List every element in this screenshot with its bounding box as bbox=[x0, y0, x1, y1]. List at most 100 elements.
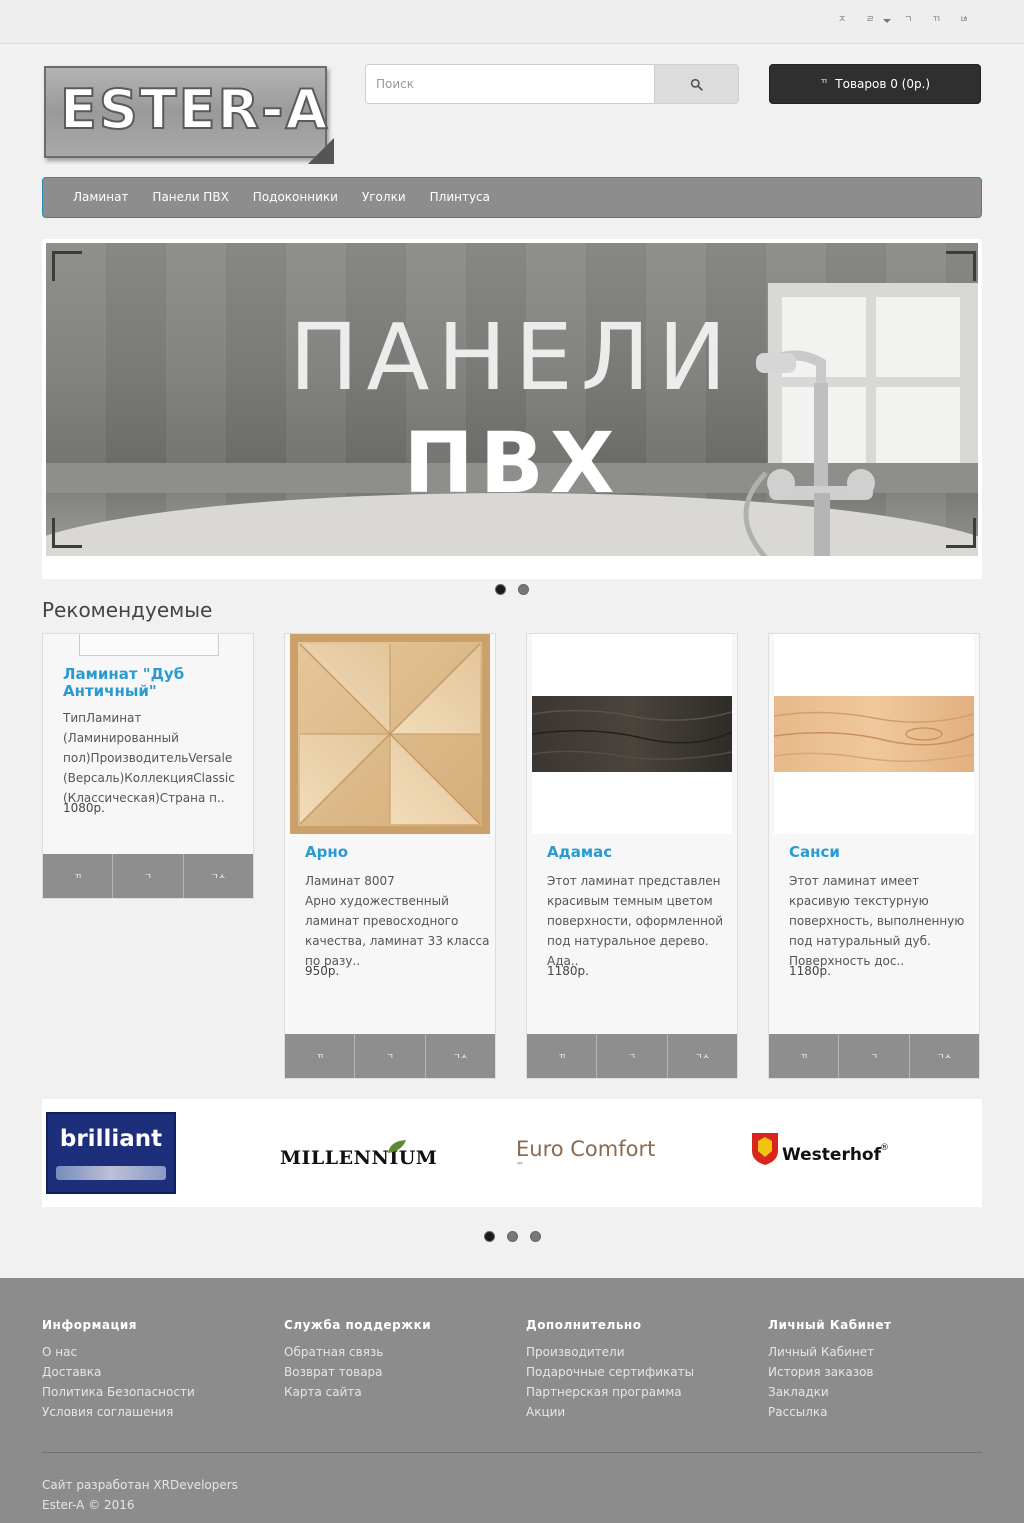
shield-icon bbox=[752, 1133, 778, 1165]
product-description: Этот ламинат представлен красивым темным… bbox=[547, 874, 724, 968]
search-icon bbox=[690, 78, 703, 91]
brands-pagination bbox=[484, 1231, 541, 1242]
wishlist-button[interactable]: ㄱ bbox=[113, 854, 184, 898]
cart-icon[interactable]: ㄲ bbox=[932, 12, 940, 25]
copyright-text: Ester-A © 2016 bbox=[42, 1498, 135, 1512]
frame-corner-tl bbox=[52, 251, 82, 281]
product-card: Адамас Этот ламинат представлен красивым… bbox=[526, 633, 738, 1079]
heart-icon: ㄱ bbox=[628, 1051, 636, 1061]
product-name[interactable]: Санси bbox=[789, 844, 969, 861]
product-name[interactable]: Ламинат "Дуб Античный" bbox=[63, 666, 243, 700]
heart-icon: ㄱ bbox=[386, 1051, 394, 1061]
brand-text-westerhof: Westerhof bbox=[782, 1145, 882, 1165]
compare-icon: ㄱㅅ bbox=[936, 1051, 952, 1061]
compare-button[interactable]: ㄱㅅ bbox=[425, 1034, 495, 1078]
cart-label: Товаров 0 (0р.) bbox=[835, 77, 931, 91]
nav-item-corners[interactable]: Уголки bbox=[350, 177, 418, 218]
brand-logo-millennium[interactable]: MILLENNIUM bbox=[280, 1139, 437, 1173]
product-image[interactable] bbox=[531, 634, 733, 834]
user-icon[interactable]: ㄹ bbox=[866, 12, 874, 25]
footer-heading: Информация bbox=[42, 1318, 137, 1332]
footer-heading: Дополнительно bbox=[526, 1318, 642, 1332]
footer-copyright: Сайт разработан XRDevelopers Ester-A © 2… bbox=[42, 1475, 238, 1515]
footer-link[interactable]: Политика Безопасности bbox=[42, 1382, 195, 1402]
brands-strip bbox=[42, 1207, 982, 1227]
footer-link[interactable]: Закладки bbox=[768, 1382, 891, 1402]
footer-link[interactable]: Доставка bbox=[42, 1362, 195, 1382]
phone-icon[interactable]: ㅈ bbox=[838, 12, 846, 25]
product-image[interactable] bbox=[773, 634, 975, 834]
footer-link[interactable]: Обратная связь bbox=[284, 1342, 431, 1362]
banner-pagination bbox=[495, 584, 529, 595]
compare-icon: ㄱㅅ bbox=[452, 1051, 468, 1061]
site-logo[interactable]: ESTER-A bbox=[44, 66, 334, 164]
product-price: 1080р. bbox=[63, 801, 105, 815]
banner-dot-1[interactable] bbox=[495, 584, 506, 595]
cart-button[interactable]: ㄲ Товаров 0 (0р.) bbox=[769, 64, 981, 104]
add-to-cart-button[interactable]: ㄲ bbox=[43, 854, 114, 898]
add-to-cart-button[interactable]: ㄲ bbox=[769, 1034, 840, 1078]
compare-button[interactable]: ㄱㅅ bbox=[183, 854, 253, 898]
brands-dot-3[interactable] bbox=[530, 1231, 541, 1242]
brand-text-brilliant: brilliant bbox=[59, 1126, 163, 1152]
heart-icon: ㄱ bbox=[144, 871, 152, 881]
footer-link[interactable]: Рассылка bbox=[768, 1402, 891, 1422]
compare-button[interactable]: ㄱㅅ bbox=[667, 1034, 737, 1078]
compare-button[interactable]: ㄱㅅ bbox=[909, 1034, 979, 1078]
banner-slide[interactable]: ПАНЕЛИ ПВХ bbox=[46, 243, 978, 556]
share-icon[interactable]: ㄶ bbox=[960, 12, 968, 25]
product-actions: ㄲ ㄱ ㄱㅅ bbox=[285, 1034, 495, 1078]
brand-logo-brilliant[interactable]: brilliant bbox=[46, 1112, 176, 1194]
footer-link[interactable]: Условия соглашения bbox=[42, 1402, 195, 1422]
cart-icon: ㄲ bbox=[819, 76, 828, 86]
footer-link[interactable]: О нас bbox=[42, 1342, 195, 1362]
product-name[interactable]: Адамас bbox=[547, 844, 727, 861]
heart-icon: ㄱ bbox=[870, 1051, 878, 1061]
heart-icon[interactable]: ㄱ bbox=[904, 12, 912, 25]
compare-icon: ㄱㅅ bbox=[694, 1051, 710, 1061]
brand-logo-eurocomfort[interactable]: Euro Comfort ™ bbox=[516, 1137, 656, 1171]
add-to-cart-button[interactable]: ㄲ bbox=[285, 1034, 356, 1078]
brand-text-eurocomfort: Euro Comfort bbox=[516, 1137, 656, 1161]
nav-item-laminate[interactable]: Ламинат bbox=[61, 177, 140, 218]
product-description: ТипЛаминат (Ламинированный пол)Производи… bbox=[63, 711, 235, 805]
wishlist-button[interactable]: ㄱ bbox=[355, 1034, 426, 1078]
cart-icon: ㄲ bbox=[557, 1051, 566, 1061]
developer-credit[interactable]: Сайт разработан XRDevelopers bbox=[42, 1475, 238, 1495]
product-image-placeholder[interactable] bbox=[79, 634, 219, 656]
product-price: 950р. bbox=[305, 964, 340, 978]
chevron-down-icon[interactable] bbox=[883, 19, 891, 23]
footer-link[interactable]: Партнерская программа bbox=[526, 1382, 694, 1402]
frame-corner-tr bbox=[946, 251, 976, 281]
footer-link[interactable]: Производители bbox=[526, 1342, 694, 1362]
search-input[interactable] bbox=[365, 64, 655, 104]
footer-link[interactable]: Возврат товара bbox=[284, 1362, 431, 1382]
banner-dot-2[interactable] bbox=[518, 584, 529, 595]
wishlist-button[interactable]: ㄱ bbox=[839, 1034, 910, 1078]
product-card: Ламинат "Дуб Античный" ТипЛаминат (Ламин… bbox=[42, 633, 254, 899]
brand-logo-westerhof[interactable]: Westerhof ® bbox=[750, 1131, 890, 1171]
nav-item-skirting[interactable]: Плинтуса bbox=[418, 177, 502, 218]
product-image[interactable] bbox=[290, 634, 490, 834]
nav-item-pvc-panels[interactable]: Панели ПВХ bbox=[140, 177, 240, 218]
footer-link[interactable]: История заказов bbox=[768, 1362, 891, 1382]
dark-oak-plank-image bbox=[531, 696, 733, 772]
footer-heading: Личный Кабинет bbox=[768, 1318, 892, 1332]
footer-link[interactable]: Подарочные сертификаты bbox=[526, 1362, 694, 1382]
add-to-cart-button[interactable]: ㄲ bbox=[527, 1034, 598, 1078]
brands-dot-2[interactable] bbox=[507, 1231, 518, 1242]
product-description: Ламинат 8007 Арно художественный ламинат… bbox=[305, 874, 490, 968]
wishlist-button[interactable]: ㄱ bbox=[597, 1034, 668, 1078]
product-card: Санси Этот ламинат имеет красивую тексту… bbox=[768, 633, 980, 1079]
parquet-tile-image bbox=[290, 634, 490, 834]
search-button[interactable] bbox=[654, 64, 739, 104]
product-name[interactable]: Арно bbox=[305, 844, 485, 861]
footer-link[interactable]: Личный Кабинет bbox=[768, 1342, 891, 1362]
nav-item-sills[interactable]: Подоконники bbox=[241, 177, 350, 218]
banner-slider[interactable]: ПАНЕЛИ ПВХ bbox=[42, 239, 982, 579]
footer-link[interactable]: Акции bbox=[526, 1402, 694, 1422]
footer-link[interactable]: Карта сайта bbox=[284, 1382, 431, 1402]
search-bar bbox=[365, 64, 739, 104]
brands-dot-1[interactable] bbox=[484, 1231, 495, 1242]
leaf-icon bbox=[388, 1140, 406, 1153]
